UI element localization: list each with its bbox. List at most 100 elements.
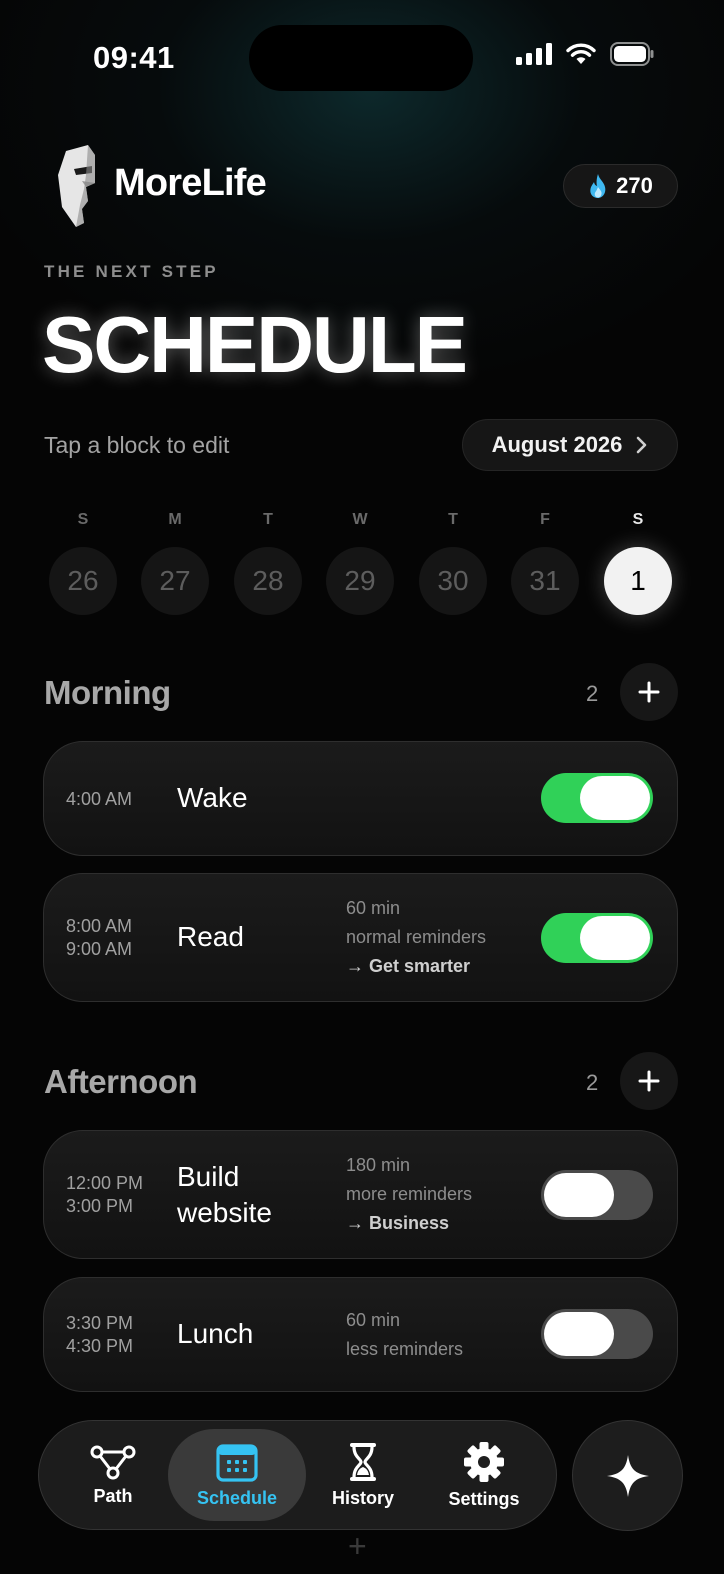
gear-icon [464, 1441, 504, 1482]
day-letter: T [263, 511, 273, 528]
hidden-plus-icon: + [348, 1528, 367, 1564]
day-number: 27 [141, 547, 209, 615]
block-meta: 60 min less reminders [346, 1306, 463, 1364]
day-cell[interactable]: S 26 [49, 511, 117, 615]
hourglass-icon [350, 1442, 376, 1481]
day-letter: S [77, 511, 89, 528]
day-letter: M [168, 511, 182, 528]
tab-label: Schedule [196, 1487, 278, 1508]
block-toggle[interactable] [541, 913, 653, 963]
section-count: 2 [586, 1070, 599, 1095]
calendar-icon [216, 1443, 258, 1482]
block-duration: 60 min [346, 898, 401, 918]
block-start-time: 4:00 AM [66, 789, 133, 809]
month-label: August 2026 [491, 432, 623, 457]
block-toggle[interactable] [541, 773, 653, 823]
toggle-knob [544, 1173, 614, 1217]
tab-label: Settings [448, 1488, 520, 1509]
schedule-block[interactable]: 3:30 PM 4:30 PM Lunch 60 min less remind… [43, 1277, 678, 1392]
block-toggle[interactable] [541, 1309, 653, 1359]
day-number: 28 [234, 547, 302, 615]
block-time: 3:30 PM 4:30 PM [66, 1312, 133, 1358]
tab-path[interactable]: Path [44, 1429, 182, 1521]
block-duration: 180 min [346, 1155, 411, 1175]
block-end-time: 9:00 AM [66, 939, 133, 959]
block-time: 4:00 AM [66, 788, 132, 811]
block-end-time: 3:00 PM [66, 1196, 134, 1216]
block-name: Lunch [177, 1318, 254, 1349]
block-toggle[interactable] [541, 1170, 653, 1220]
section-title-afternoon: Afternoon [44, 1063, 198, 1100]
add-block-button[interactable] [620, 663, 678, 721]
battery-icon [610, 42, 654, 66]
day-cell[interactable]: M 27 [141, 511, 209, 615]
day-letter: T [448, 511, 458, 528]
streak-count: 270 [616, 173, 653, 198]
block-meta: 60 min normal reminders → Get smarter [346, 894, 486, 981]
sparkle-icon [606, 1454, 649, 1497]
block-end-time: 4:30 PM [66, 1336, 134, 1356]
plus-icon [638, 1070, 660, 1092]
block-start-time: 12:00 PM [66, 1173, 144, 1193]
status-icons [516, 42, 654, 66]
day-number: 26 [49, 547, 117, 615]
day-number: 1 [604, 547, 672, 615]
streak-badge[interactable]: 270 [563, 164, 678, 208]
morelife-logo [58, 145, 95, 227]
toggle-knob [580, 916, 650, 960]
flame-icon [590, 174, 606, 198]
day-cell[interactable]: T 28 [234, 511, 302, 615]
section-count: 2 [586, 681, 599, 706]
toggle-knob [580, 776, 650, 820]
month-selector-button[interactable]: August 2026 [462, 419, 678, 471]
day-cell[interactable]: W 29 [326, 511, 394, 615]
day-number: 29 [326, 547, 394, 615]
plus-icon [638, 681, 660, 703]
block-goal-link[interactable]: → Get smarter [346, 952, 486, 981]
block-time: 8:00 AM 9:00 AM [66, 915, 132, 961]
chevron-right-icon [637, 436, 647, 454]
day-cell[interactable]: F 31 [511, 511, 579, 615]
schedule-block[interactable]: 8:00 AM 9:00 AM Read 60 min normal remin… [43, 873, 678, 1002]
section-title-morning: Morning [44, 674, 171, 711]
schedule-block[interactable]: 4:00 AM Wake [43, 741, 678, 856]
cellular-signal-icon [516, 43, 552, 65]
status-time: 09:41 [93, 40, 175, 75]
tab-settings[interactable]: Settings [415, 1429, 553, 1521]
block-name: Read [177, 921, 244, 952]
ai-assistant-button[interactable] [572, 1420, 683, 1531]
tab-history[interactable]: History [294, 1429, 432, 1521]
schedule-block[interactable]: 12:00 PM 3:00 PM Build website 180 min m… [43, 1130, 678, 1259]
block-name: Build website [177, 1161, 272, 1228]
day-letter: F [540, 511, 550, 528]
block-time: 12:00 PM 3:00 PM [66, 1172, 143, 1218]
brand-name: MoreLife [114, 162, 267, 204]
day-number: 31 [511, 547, 579, 615]
eyebrow-label: THE NEXT STEP [44, 262, 219, 281]
dynamic-island [249, 25, 473, 91]
block-name: Wake [177, 782, 248, 813]
day-letter: W [352, 511, 368, 528]
day-letter: S [632, 511, 644, 528]
block-reminders: less reminders [346, 1339, 464, 1359]
block-start-time: 8:00 AM [66, 916, 133, 936]
block-reminders: more reminders [346, 1184, 473, 1204]
tab-schedule[interactable]: Schedule [168, 1429, 306, 1521]
toggle-knob [544, 1312, 614, 1356]
path-nodes-icon [90, 1445, 136, 1479]
tab-label: Path [93, 1485, 133, 1506]
block-start-time: 3:30 PM [66, 1313, 134, 1333]
page-title: SCHEDULE [42, 300, 468, 389]
block-reminders: normal reminders [346, 927, 487, 947]
day-number: 30 [419, 547, 487, 615]
block-duration: 60 min [346, 1310, 401, 1330]
tab-bar: Path Schedule History Settings [38, 1420, 557, 1530]
add-block-button[interactable] [620, 1052, 678, 1110]
block-meta: 180 min more reminders → Business [346, 1151, 472, 1238]
edit-hint: Tap a block to edit [44, 432, 230, 458]
tab-label: History [331, 1487, 394, 1508]
wifi-icon [566, 43, 596, 64]
block-goal-link[interactable]: → Business [346, 1209, 472, 1238]
day-cell-selected[interactable]: S 1 [604, 511, 672, 615]
day-cell[interactable]: T 30 [419, 511, 487, 615]
